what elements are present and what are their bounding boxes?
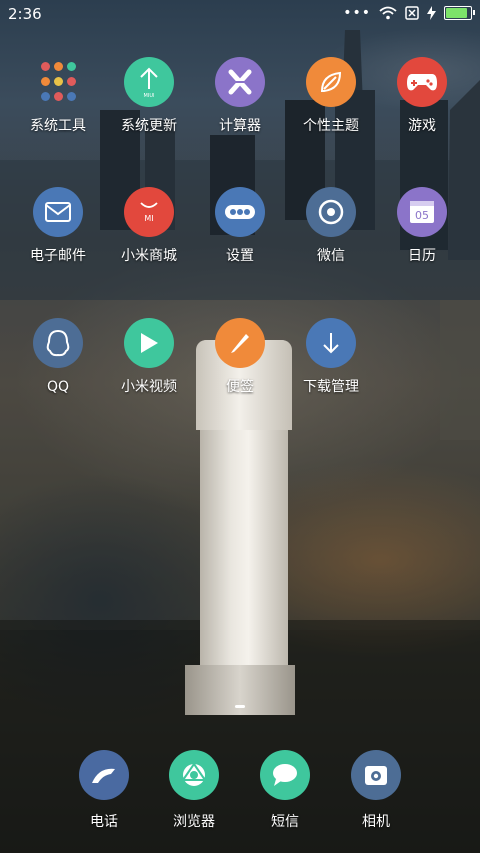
dock-label: 相机 (362, 814, 390, 830)
dock-label: 短信 (271, 814, 299, 830)
app-system-tools[interactable]: 系统工具 (13, 57, 103, 135)
app-mi-store[interactable]: MI 小米商城 (104, 187, 194, 265)
app-label: 小米视频 (121, 379, 177, 395)
svg-text:MIUI: MIUI (144, 93, 155, 99)
app-label: 微信 (317, 248, 345, 264)
app-games[interactable]: 游戏 (377, 57, 467, 135)
app-settings[interactable]: 设置 (195, 187, 285, 265)
status-icons: ••• (343, 5, 475, 21)
message-icon (260, 750, 310, 800)
app-system-update[interactable]: MIUI 系统更新 (104, 57, 194, 135)
app-label: 下载管理 (303, 379, 359, 395)
more-dots-icon: ••• (343, 5, 371, 21)
mi-bag-icon: MI (124, 187, 174, 237)
charging-icon (427, 6, 436, 20)
app-email[interactable]: 电子邮件 (13, 187, 103, 265)
app-notes[interactable]: 便签 (195, 318, 285, 396)
settings-icon (215, 187, 265, 237)
penguin-icon (33, 318, 83, 368)
app-calendar[interactable]: 05 日历 (377, 187, 467, 265)
wifi-icon (379, 6, 397, 20)
app-label: 便签 (226, 379, 254, 395)
app-label: 小米商城 (121, 248, 177, 264)
update-arrow-icon: MIUI (124, 57, 174, 107)
dock-phone[interactable]: 电话 (59, 750, 149, 831)
gamepad-icon (397, 57, 447, 107)
dock-messages[interactable]: 短信 (240, 750, 330, 831)
app-label: 日历 (408, 248, 436, 264)
folder-icon (33, 57, 83, 107)
app-mi-video[interactable]: 小米视频 (104, 318, 194, 396)
calendar-icon: 05 (397, 187, 447, 237)
camera-icon (351, 750, 401, 800)
dock-label: 浏览器 (173, 814, 215, 830)
app-label: 个性主题 (303, 118, 359, 134)
battery-icon (444, 6, 475, 20)
app-downloads[interactable]: 下载管理 (286, 318, 376, 396)
browser-icon (169, 750, 219, 800)
dock-camera[interactable]: 相机 (331, 750, 421, 831)
phone-icon (79, 750, 129, 800)
chat-bubble-icon (306, 187, 356, 237)
envelope-icon (33, 187, 83, 237)
app-label: 计算器 (219, 118, 261, 134)
app-wechat[interactable]: 微信 (286, 187, 376, 265)
dock-label: 电话 (90, 814, 118, 830)
svg-text:05: 05 (415, 209, 429, 222)
app-label: 系统工具 (30, 118, 86, 134)
app-themes[interactable]: 个性主题 (286, 57, 376, 135)
play-icon (124, 318, 174, 368)
app-label: 游戏 (408, 118, 436, 134)
pencil-icon (215, 318, 265, 368)
dock-browser[interactable]: 浏览器 (149, 750, 239, 831)
app-calculator[interactable]: 计算器 (195, 57, 285, 135)
svg-text:MI: MI (144, 214, 153, 223)
app-qq[interactable]: QQ (13, 318, 103, 396)
app-label: 系统更新 (121, 118, 177, 134)
page-indicator (235, 705, 245, 708)
no-sim-icon (405, 6, 419, 20)
status-bar: 2:36 ••• (0, 0, 480, 28)
app-label: 电子邮件 (30, 248, 86, 264)
theme-leaf-icon (306, 57, 356, 107)
app-label: QQ (46, 379, 70, 395)
calculator-icon (215, 57, 265, 107)
download-icon (306, 318, 356, 368)
status-time: 2:36 (8, 5, 42, 23)
app-label: 设置 (226, 248, 254, 264)
